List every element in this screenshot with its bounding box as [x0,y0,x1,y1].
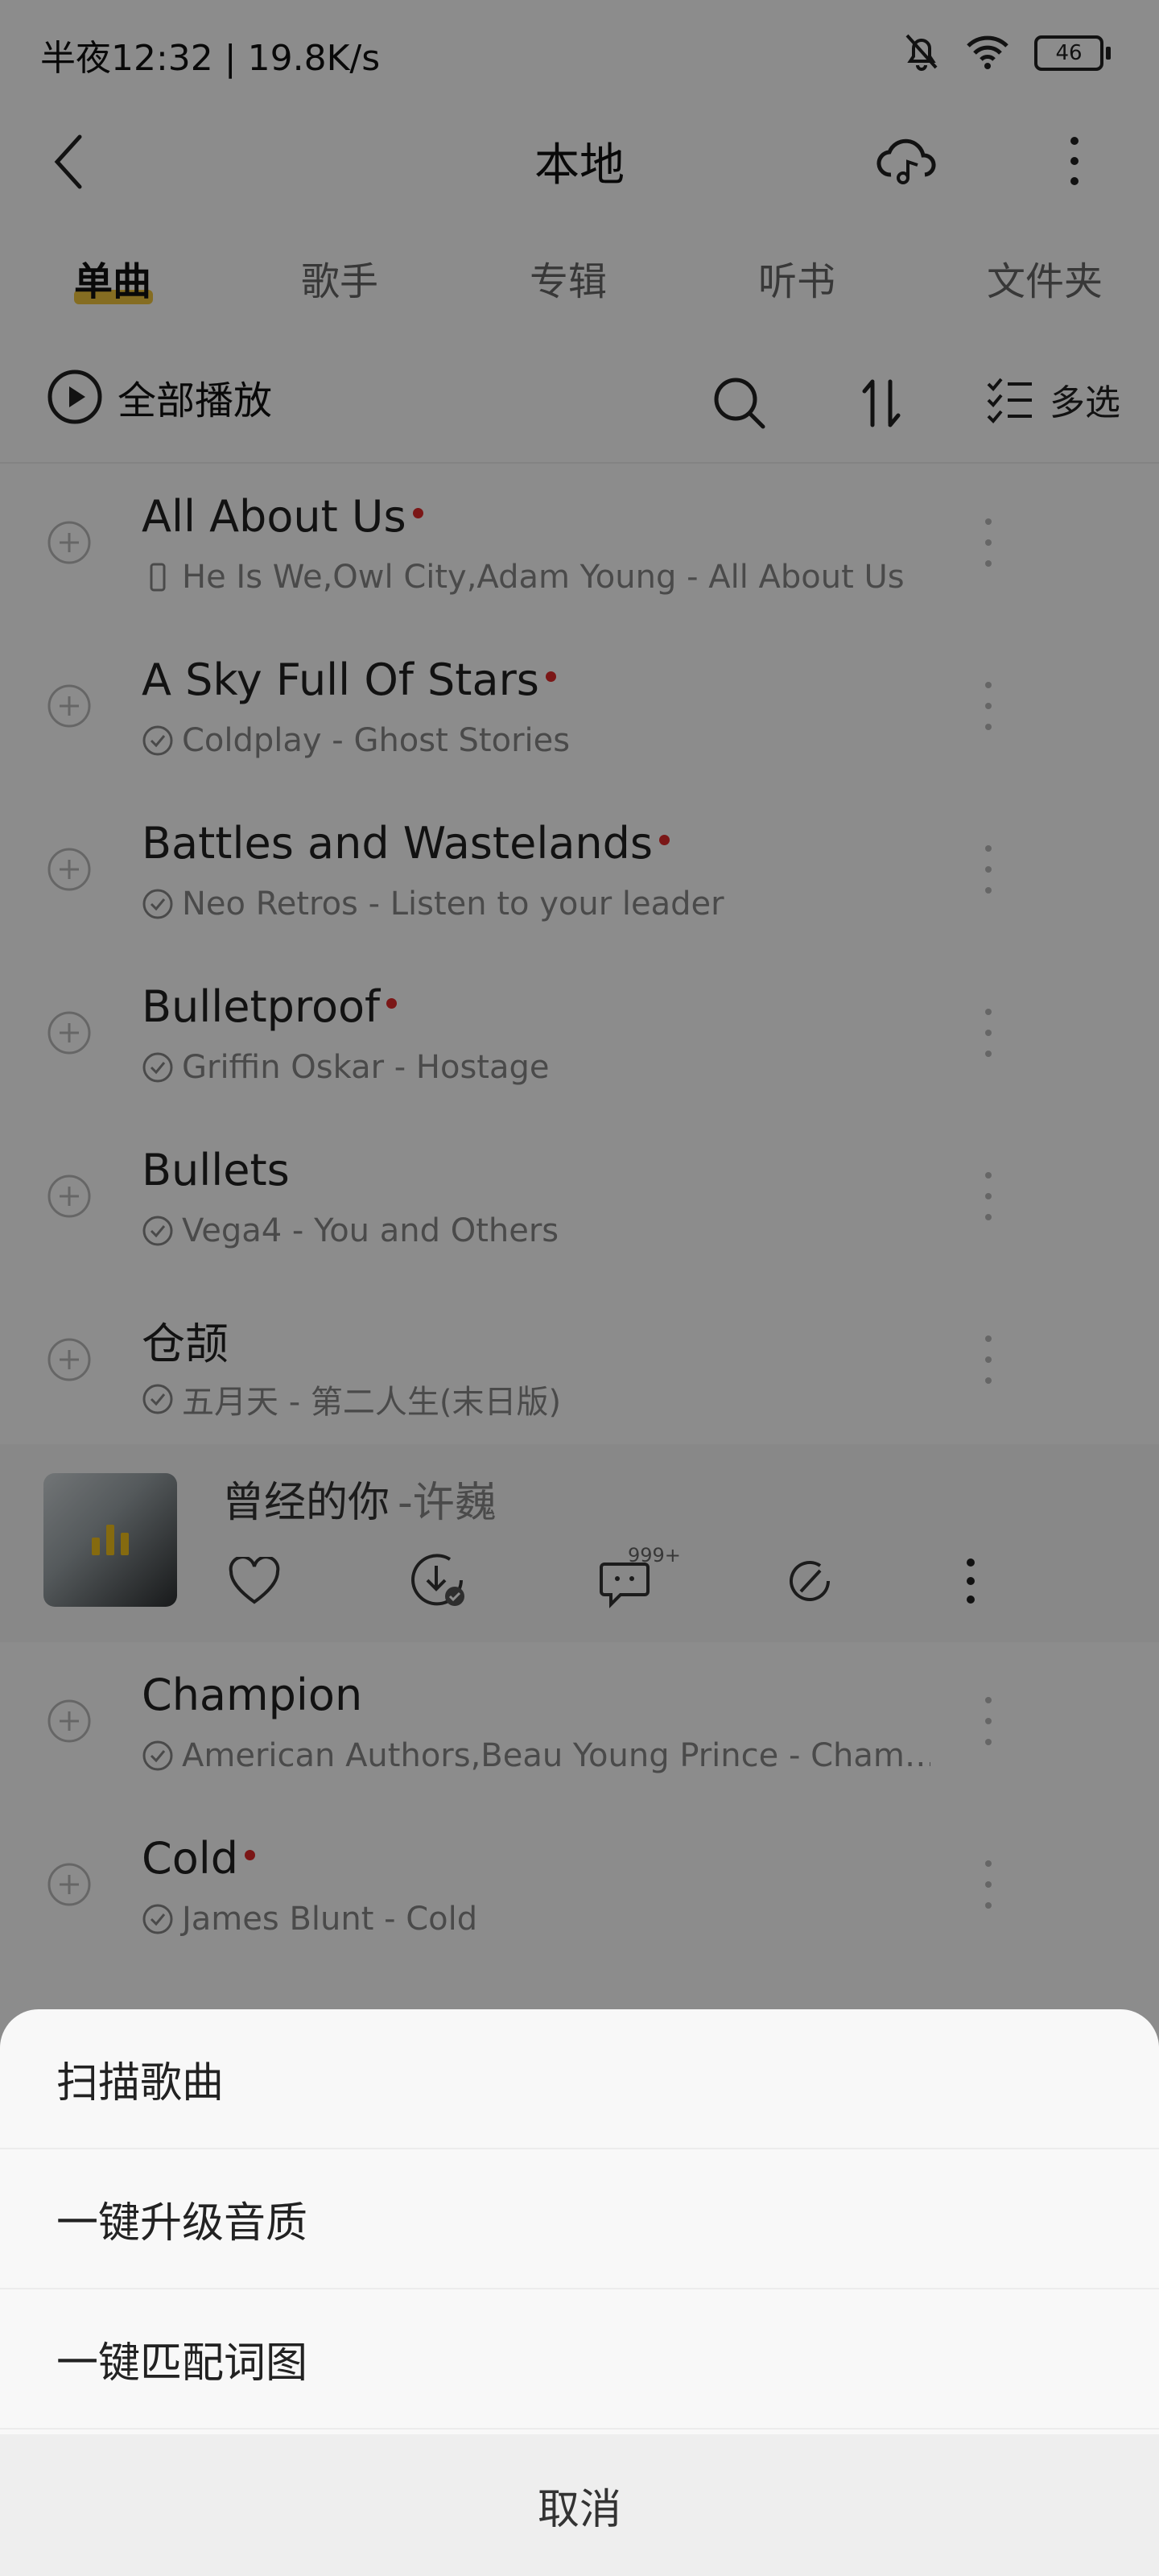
scan-songs-option[interactable]: 扫描歌曲 [0,2009,1159,2149]
cancel-button[interactable]: 取消 [0,2434,1159,2576]
match-lyrics-art-option[interactable]: 一键匹配词图 [0,2289,1159,2429]
upgrade-quality-option[interactable]: 一键升级音质 [0,2149,1159,2289]
bottom-sheet: 扫描歌曲 一键升级音质 一键匹配词图 取消 [0,2009,1159,2576]
